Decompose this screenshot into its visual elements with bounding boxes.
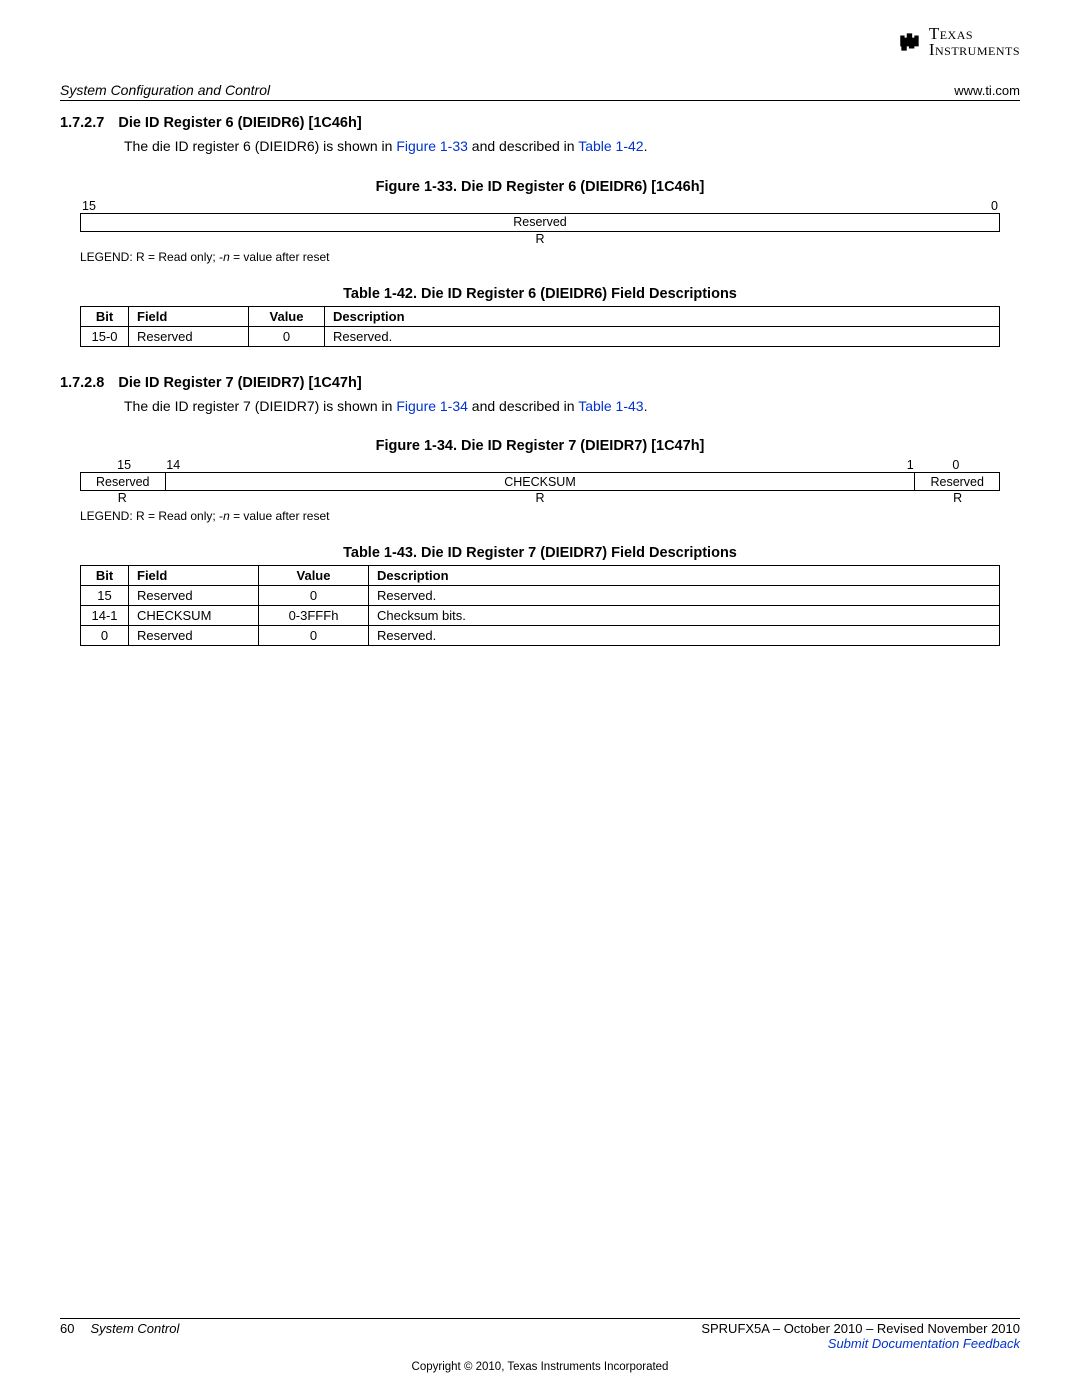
section-heading-2: 1.7.2.8 Die ID Register 7 (DIEIDR7) [1C4… — [60, 375, 1020, 391]
section-2-body: The die ID register 7 (DIEIDR7) is shown… — [124, 397, 1020, 417]
fig34-f3: Reserved — [915, 473, 1000, 491]
figure-1-34-register: Reserved CHECKSUM Reserved — [80, 472, 1000, 491]
header-site-link[interactable]: www.ti.com — [954, 83, 1020, 98]
link-figure-1-33[interactable]: Figure 1-33 — [396, 138, 468, 154]
figure-1-34-bitruler: 15 14 1 0 — [80, 458, 1000, 472]
th-desc: Description — [325, 306, 1000, 326]
section-title: Die ID Register 6 (DIEIDR6) [1C46h] — [118, 115, 361, 131]
table-1-42-title: Table 1-42. Die ID Register 6 (DIEIDR6) … — [60, 286, 1020, 302]
th-value: Value — [259, 566, 369, 586]
footer-copyright: Copyright © 2010, Texas Instruments Inco… — [60, 1361, 1020, 1373]
ti-logo: Texas Instruments — [897, 26, 1020, 58]
footer-docrev: SPRUFX5A – October 2010 – Revised Novemb… — [701, 1321, 1020, 1336]
th-desc: Description — [369, 566, 1000, 586]
section-num: 1.7.2.8 — [60, 375, 104, 391]
logo-text-2: Instruments — [929, 42, 1020, 58]
link-figure-1-34[interactable]: Figure 1-34 — [396, 398, 468, 414]
figure-1-33-title: Figure 1-33. Die ID Register 6 (DIEIDR6)… — [60, 179, 1020, 195]
figure-1-34-legend: LEGEND: R = Read only; -n = value after … — [80, 509, 1000, 523]
th-bit: Bit — [81, 306, 129, 326]
link-table-1-42[interactable]: Table 1-42 — [578, 138, 643, 154]
footer-page-number: 60 — [60, 1321, 74, 1336]
th-field: Field — [129, 566, 259, 586]
fig33-field: Reserved — [81, 213, 1000, 231]
table-row: 0 Reserved 0 Reserved. — [81, 626, 1000, 646]
table-row: Bit Field Value Description — [81, 566, 1000, 586]
table-row: Bit Field Value Description — [81, 306, 1000, 326]
ti-chip-icon — [897, 29, 923, 55]
figure-1-33-legend: LEGEND: R = Read only; -n = value after … — [80, 250, 1000, 264]
table-1-42: Bit Field Value Description 15-0 Reserve… — [80, 306, 1000, 347]
th-value: Value — [249, 306, 325, 326]
footer-section: System Control — [90, 1321, 179, 1336]
section-num: 1.7.2.7 — [60, 115, 104, 131]
section-heading-1: 1.7.2.7 Die ID Register 6 (DIEIDR6) [1C4… — [60, 115, 1020, 131]
th-field: Field — [129, 306, 249, 326]
figure-1-34-title: Figure 1-34. Die ID Register 7 (DIEIDR7)… — [60, 438, 1020, 454]
section-title: Die ID Register 7 (DIEIDR7) [1C47h] — [118, 375, 361, 391]
th-bit: Bit — [81, 566, 129, 586]
figure-1-33-register: Reserved — [80, 213, 1000, 232]
table-1-43: Bit Field Value Description 15 Reserved … — [80, 565, 1000, 646]
figure-1-33-bitruler: 15 0 — [80, 199, 1000, 213]
table-1-43-title: Table 1-43. Die ID Register 7 (DIEIDR7) … — [60, 545, 1020, 561]
section-1-body: The die ID register 6 (DIEIDR6) is shown… — [124, 137, 1020, 157]
fig34-f1: Reserved — [81, 473, 166, 491]
figure-1-33-access: R — [80, 232, 1000, 246]
header-section: System Configuration and Control — [60, 82, 270, 98]
page-header: System Configuration and Control www.ti.… — [60, 82, 1020, 101]
table-row: 14-1 CHECKSUM 0-3FFFh Checksum bits. — [81, 606, 1000, 626]
footer-feedback-link[interactable]: Submit Documentation Feedback — [701, 1336, 1020, 1351]
table-row: 15-0 Reserved 0 Reserved. — [81, 326, 1000, 346]
table-row: 15 Reserved 0 Reserved. — [81, 586, 1000, 606]
link-table-1-43[interactable]: Table 1-43 — [578, 398, 643, 414]
page-footer: 60 System Control SPRUFX5A – October 201… — [60, 1318, 1020, 1373]
figure-1-34-access: R R R — [80, 491, 1000, 505]
fig34-f2: CHECKSUM — [165, 473, 915, 491]
